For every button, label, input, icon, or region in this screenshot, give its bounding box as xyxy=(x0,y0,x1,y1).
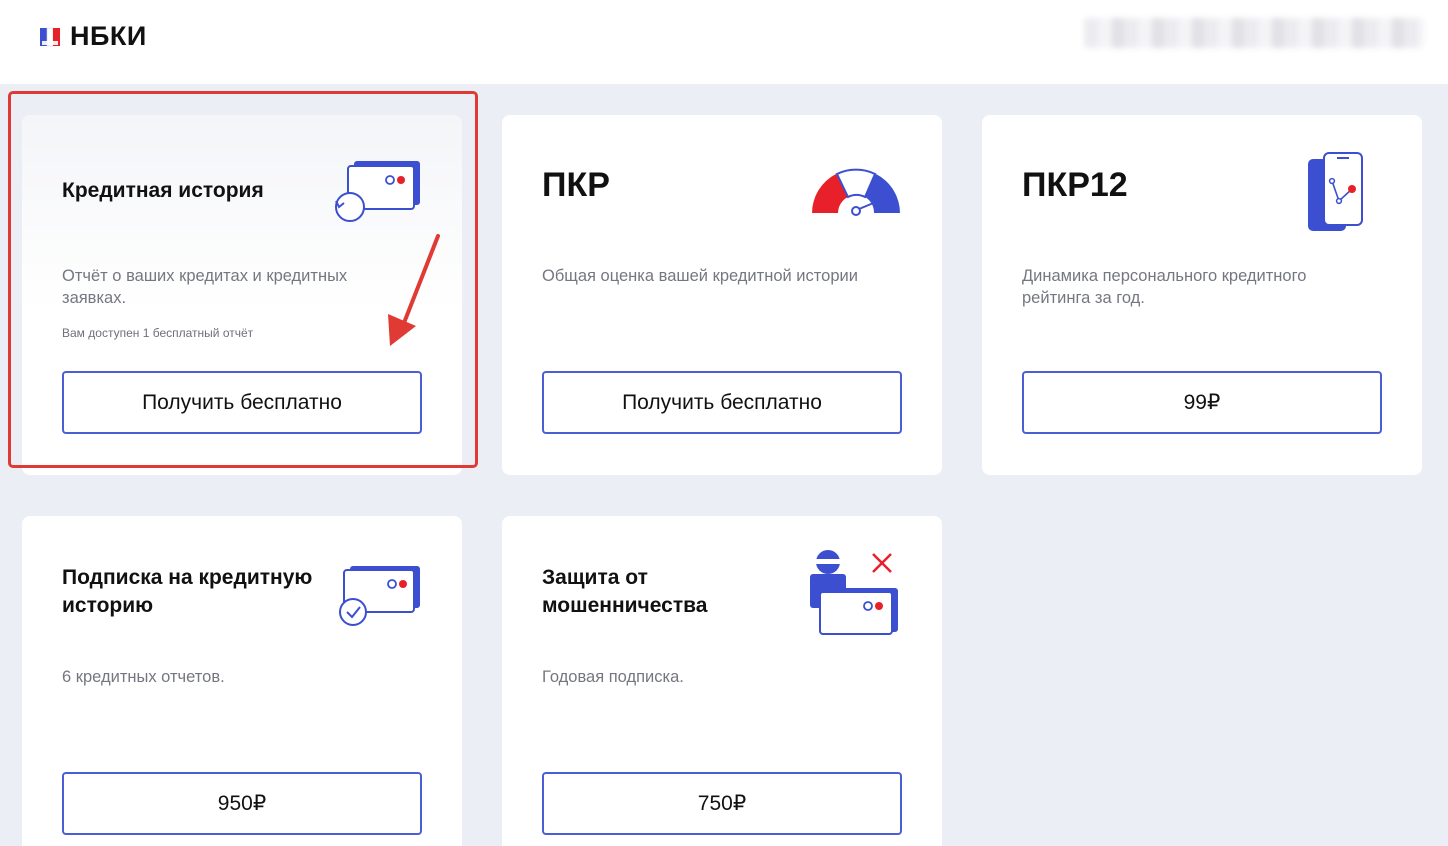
buy-pkr12-button[interactable]: 99₽ xyxy=(1022,371,1382,434)
card-title: Защита от мошенничества xyxy=(542,566,708,617)
logo-text: НБКИ xyxy=(70,21,147,51)
card-description: Общая оценка вашей кредитной истории xyxy=(542,267,858,285)
card-description: Динамика персонального кредитного рейтин… xyxy=(1022,267,1307,307)
card-fraud-protection: Защита от мошенничества Годовая подписка… xyxy=(502,516,942,846)
buy-fraud-protection-button[interactable]: 750₽ xyxy=(542,772,902,835)
card-title: Подписка на кредитную историю xyxy=(62,566,313,617)
card-description: Годовая подписка. xyxy=(542,668,684,686)
top-header: НБКИ xyxy=(0,0,1448,84)
phone-chart-icon xyxy=(1308,152,1363,231)
user-account-blurred[interactable] xyxy=(1084,18,1424,48)
nbki-logo[interactable]: НБКИ xyxy=(39,21,147,52)
card-pkr12: ПКР12 Динамика персонального кредитного … xyxy=(982,115,1422,475)
card-description: 6 кредитных отчетов. xyxy=(62,668,225,686)
credit-card-check-icon xyxy=(339,566,420,626)
card-title: ПКР12 xyxy=(1022,166,1128,204)
card-pkr: ПКР Общая оценка вашей кредитной истории… xyxy=(502,115,942,475)
get-free-pkr-button[interactable]: Получить бесплатно xyxy=(542,371,902,434)
rating-gauge-icon xyxy=(812,168,900,216)
red-arrow-icon xyxy=(388,234,440,346)
card-credit-history-subscription: Подписка на кредитную историю 6 кредитны… xyxy=(22,516,462,846)
nbki-logo-icon xyxy=(40,27,60,46)
buy-subscription-button[interactable]: 950₽ xyxy=(62,772,422,835)
fraud-protection-icon xyxy=(810,550,898,635)
card-title: ПКР xyxy=(542,166,610,204)
